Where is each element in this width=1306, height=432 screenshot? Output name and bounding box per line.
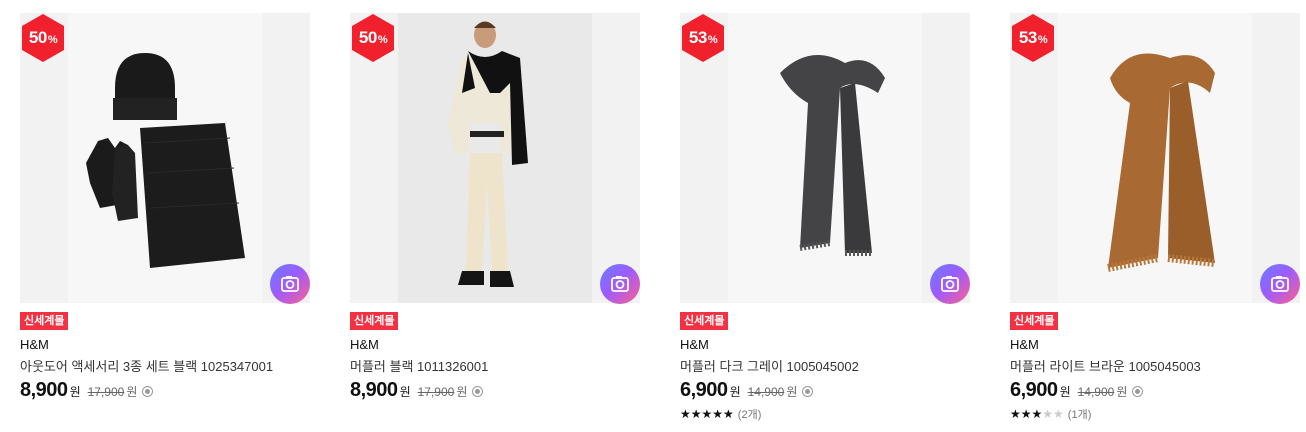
- price-row: 8,900 원 17,900 원: [350, 379, 484, 402]
- info-icon[interactable]: [1132, 386, 1144, 397]
- discount-unit: %: [377, 33, 388, 46]
- original-price: 14,900: [747, 385, 785, 399]
- price-unit: 원: [69, 385, 81, 399]
- camera-search-icon[interactable]: [930, 264, 970, 304]
- original-price-unit: 원: [456, 385, 468, 399]
- sale-price: 8,900: [20, 379, 68, 401]
- info-icon[interactable]: [472, 386, 484, 397]
- price-row: 6,900 원 14,900 원: [1010, 379, 1144, 402]
- product-name[interactable]: 머플러 다크 그레이 1005045002: [680, 356, 859, 375]
- sale-price: 6,900: [1010, 379, 1058, 401]
- brand-name[interactable]: H&M: [350, 337, 379, 352]
- discount-badge: 53%: [1008, 13, 1058, 63]
- price-row: 6,900 원 14,900 원: [680, 379, 814, 402]
- original-price: 14,900: [1077, 385, 1115, 399]
- price-unit: 원: [399, 385, 411, 399]
- sale-price: 6,900: [680, 379, 728, 401]
- discount-value: 50: [358, 28, 377, 47]
- price-row: 8,900 원 17,900 원: [20, 379, 154, 402]
- rating-stars-fill: ★★★★★: [680, 408, 734, 420]
- info-icon[interactable]: [142, 386, 154, 397]
- rating-stars-fill: ★★★★★: [1010, 408, 1043, 420]
- original-price-unit: 원: [1116, 385, 1128, 399]
- review-count[interactable]: (1개): [1068, 406, 1092, 422]
- discount-unit: %: [1037, 33, 1048, 46]
- brand-name[interactable]: H&M: [1010, 337, 1039, 352]
- product-card[interactable]: 50% 신세계몰 H&M 머플러 블랙 1011326001 8,900 원 1…: [350, 0, 640, 432]
- discount-value: 53: [688, 28, 707, 47]
- discount-value: 53: [1018, 28, 1037, 47]
- rating: ★★★★★★★★★★ (1개): [1010, 406, 1091, 422]
- product-card[interactable]: 53% 신세계몰 H&M 머플러 라이트 브라운 1005045003 6,90…: [1010, 0, 1300, 432]
- discount-badge: 50%: [18, 13, 68, 63]
- price-unit: 원: [729, 385, 741, 399]
- camera-search-icon[interactable]: [600, 264, 640, 304]
- brand-name[interactable]: H&M: [680, 337, 709, 352]
- discount-unit: %: [47, 33, 58, 46]
- camera-search-icon[interactable]: [270, 264, 310, 304]
- original-price: 17,900: [417, 385, 455, 399]
- price-unit: 원: [1059, 385, 1071, 399]
- discount-unit: %: [707, 33, 718, 46]
- review-count[interactable]: (2개): [738, 406, 762, 422]
- original-price: 17,900: [87, 385, 125, 399]
- mall-tag: 신세계몰: [680, 312, 729, 330]
- product-name[interactable]: 아웃도어 액세서리 3종 세트 블랙 1025347001: [20, 356, 273, 375]
- rating-stars: ★★★★★★★★★★: [1010, 407, 1064, 421]
- product-card[interactable]: 53% 신세계몰 H&M 머플러 다크 그레이 1005045002 6,900…: [680, 0, 970, 432]
- discount-badge: 50%: [348, 13, 398, 63]
- product-name[interactable]: 머플러 블랙 1011326001: [350, 356, 488, 375]
- sale-price: 8,900: [350, 379, 398, 401]
- camera-search-icon[interactable]: [1260, 264, 1300, 304]
- discount-badge: 53%: [678, 13, 728, 63]
- info-icon[interactable]: [802, 386, 814, 397]
- discount-value: 50: [28, 28, 47, 47]
- product-name[interactable]: 머플러 라이트 브라운 1005045003: [1010, 356, 1201, 375]
- original-price-unit: 원: [126, 385, 138, 399]
- mall-tag: 신세계몰: [350, 312, 399, 330]
- brand-name[interactable]: H&M: [20, 337, 49, 352]
- original-price-unit: 원: [786, 385, 798, 399]
- mall-tag: 신세계몰: [20, 312, 69, 330]
- rating-stars: ★★★★★★★★★★: [680, 407, 734, 421]
- rating: ★★★★★ ★★★★★ (2개): [680, 406, 761, 422]
- mall-tag: 신세계몰: [1010, 312, 1059, 330]
- product-card[interactable]: 50% 신세계몰 H&M 아웃도어 액세서리 3종 세트 블랙 10253470…: [20, 0, 310, 432]
